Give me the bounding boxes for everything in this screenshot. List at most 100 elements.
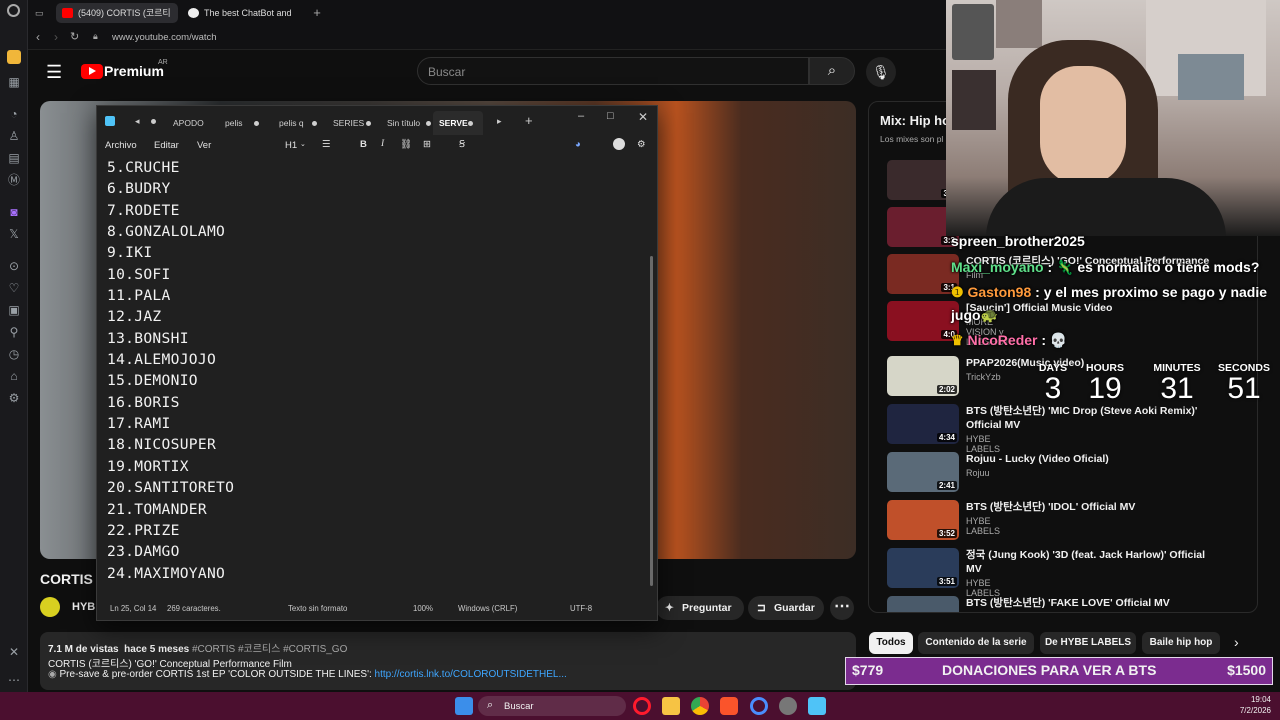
video-thumbnail[interactable]: 2:41	[887, 452, 959, 492]
notepad-tab[interactable]: pelis q	[273, 111, 317, 135]
close-icon[interactable]: ✕	[6, 644, 22, 660]
m-icon[interactable]: Ⓜ	[6, 172, 22, 188]
more-actions-button[interactable]: ⋯	[830, 596, 854, 620]
avatar[interactable]	[613, 138, 625, 150]
notepad-tab[interactable]: pelis	[219, 111, 259, 135]
tab-youtube[interactable]: (5409) CORTIS (코르티	[56, 3, 178, 23]
link-icon[interactable]: ⛓	[400, 139, 412, 150]
text-line[interactable]: 22.PRIZE	[107, 520, 234, 541]
pinboard-icon[interactable]: ⌂	[6, 368, 22, 384]
text-line[interactable]: 8.GONZALOLAMO	[107, 221, 234, 242]
back-icon[interactable]: ‹	[36, 30, 40, 44]
list-icon[interactable]: ☰	[322, 139, 331, 150]
video-thumbnail[interactable]: 4:34	[887, 404, 959, 444]
text-line[interactable]: 12.JAZ	[107, 306, 234, 327]
folder-icon[interactable]	[662, 697, 680, 715]
youtube-logo-icon[interactable]	[81, 64, 103, 79]
tab-scroll-right-icon[interactable]: ▸	[497, 116, 502, 127]
history-icon[interactable]: ◷	[6, 346, 22, 362]
menu-icon[interactable]: ☰	[46, 62, 62, 83]
clear-format-icon[interactable]: Ꞩ	[459, 139, 465, 150]
text-line[interactable]: 9.IKI	[107, 242, 234, 263]
tab-menu-icon[interactable]: ▭	[30, 3, 50, 23]
playlist-item-title[interactable]: BTS (방탄소년단) 'MIC Drop (Steve Aoki Remix)…	[966, 404, 1216, 432]
bookmarks-icon[interactable]: ▣	[6, 302, 22, 318]
forward-icon[interactable]: ›	[54, 30, 58, 44]
search-button[interactable]: ⌕	[809, 57, 855, 85]
text-line[interactable]: 20.SANTITORETO	[107, 477, 234, 498]
playlist-item-title[interactable]: BTS (방탄소년단) 'IDOL' Official MV	[966, 500, 1216, 514]
new-tab-button[interactable]: +	[525, 113, 533, 128]
chrome-icon[interactable]	[691, 697, 709, 715]
notepad-text-area[interactable]: 5.CRUCHE 6.BUDRY 7.RODETE 8.GONZALOLAMO 9.IK…	[107, 157, 234, 584]
copilot-icon[interactable]: ◕	[575, 139, 581, 150]
text-line[interactable]: 5.CRUCHE	[107, 157, 234, 178]
opera-icon[interactable]	[633, 697, 651, 715]
app-icon[interactable]	[779, 697, 797, 715]
clock-time[interactable]: 19:04	[1241, 695, 1271, 704]
brave-icon[interactable]	[720, 697, 738, 715]
scrollbar[interactable]	[650, 256, 653, 586]
minimize-button[interactable]: –	[578, 110, 584, 122]
chip-all[interactable]: Todos	[869, 632, 913, 654]
start-icon[interactable]	[455, 697, 473, 715]
heart-icon[interactable]: ♡	[6, 280, 22, 296]
notepad-window[interactable]: ◂ APODO pelis pelis q SERIES Sin título …	[96, 105, 658, 621]
text-line[interactable]: 10.SOFI	[107, 264, 234, 285]
chip-dance[interactable]: Baile hip hop	[1142, 632, 1220, 654]
clock-date[interactable]: 7/2/2026	[1221, 706, 1271, 715]
close-button[interactable]: ✕	[638, 110, 648, 124]
search-input[interactable]: Buscar	[417, 57, 809, 85]
news-icon[interactable]: ▤	[6, 150, 22, 166]
text-line[interactable]: 23.DAMGO	[107, 541, 234, 562]
text-line[interactable]: 7.RODETE	[107, 200, 234, 221]
notepad-tab[interactable]: Sin título	[381, 111, 431, 135]
chevron-right-icon[interactable]: ›	[1234, 634, 1239, 650]
playlist-item-title[interactable]: BTS (방탄소년단) 'FAKE LOVE' Official MV	[966, 596, 1216, 610]
save-button[interactable]: ⊐ Guardar	[748, 596, 824, 620]
notepad-tab-active[interactable]: SERVE	[433, 111, 483, 135]
heading-dropdown[interactable]: H1	[285, 140, 297, 151]
ask-button[interactable]: ✦ Preguntar	[656, 596, 744, 620]
italic-icon[interactable]: I	[381, 139, 384, 149]
playlist-item-title[interactable]: 정국 (Jung Kook) '3D (feat. Jack Harlow)' …	[966, 548, 1216, 576]
home-icon[interactable]	[7, 50, 21, 64]
tab-scroll-left-icon[interactable]: ◂	[135, 116, 140, 127]
chip-hybe[interactable]: De HYBE LABELS	[1040, 632, 1136, 654]
bold-icon[interactable]: B	[360, 139, 367, 150]
reload-icon[interactable]: ↻	[70, 30, 79, 43]
playlist-item-title[interactable]: Rojuu - Lucky (Video Oficial)	[966, 452, 1216, 466]
twitch-icon[interactable]: ◙	[6, 204, 22, 220]
ccleaner-icon[interactable]	[750, 697, 768, 715]
text-line[interactable]: 15.DEMONIO	[107, 370, 234, 391]
text-line[interactable]: 6.BUDRY	[107, 178, 234, 199]
notepad-tab[interactable]: APODO	[167, 111, 204, 135]
description-link[interactable]: http://cortis.lnk.to/COLOROUTSIDETHEL...	[375, 669, 567, 680]
text-line[interactable]: 24.MAXIMOYANO	[107, 563, 234, 584]
video-thumbnail[interactable]: 2:02	[887, 356, 959, 396]
table-icon[interactable]: ⊞	[423, 139, 431, 150]
new-tab-button[interactable]: +	[310, 3, 324, 23]
pin-icon[interactable]: ⚲	[6, 324, 22, 340]
notepad-tab[interactable]: SERIES	[327, 111, 371, 135]
tab-chatbot[interactable]: The best ChatBot and	[182, 3, 304, 23]
menu-view[interactable]: Ver	[197, 140, 211, 151]
menu-edit[interactable]: Editar	[154, 140, 179, 151]
menu-file[interactable]: Archivo	[105, 140, 137, 151]
player-icon[interactable]: ⊙	[6, 258, 22, 274]
more-icon[interactable]: ⋯	[6, 672, 22, 688]
video-thumbnail[interactable]: 3:51	[887, 548, 959, 588]
text-line[interactable]: 16.BORIS	[107, 392, 234, 413]
text-line[interactable]: 17.RAMI	[107, 413, 234, 434]
opera-logo-icon[interactable]	[7, 4, 20, 17]
extensions-icon[interactable]: ♙	[6, 128, 22, 144]
text-line[interactable]: 18.NICOSUPER	[107, 434, 234, 455]
video-thumbnail[interactable]: 3:52	[887, 500, 959, 540]
video-thumbnail[interactable]	[887, 596, 959, 612]
gamepad-icon[interactable]: ▦	[6, 74, 22, 90]
voice-search-button[interactable]: 🎙︎	[866, 57, 896, 87]
text-line[interactable]: 14.ALEMOJOJO	[107, 349, 234, 370]
text-line[interactable]: 21.TOMANDER	[107, 499, 234, 520]
text-line[interactable]: 19.MORTIX	[107, 456, 234, 477]
text-line[interactable]: 13.BONSHI	[107, 328, 234, 349]
